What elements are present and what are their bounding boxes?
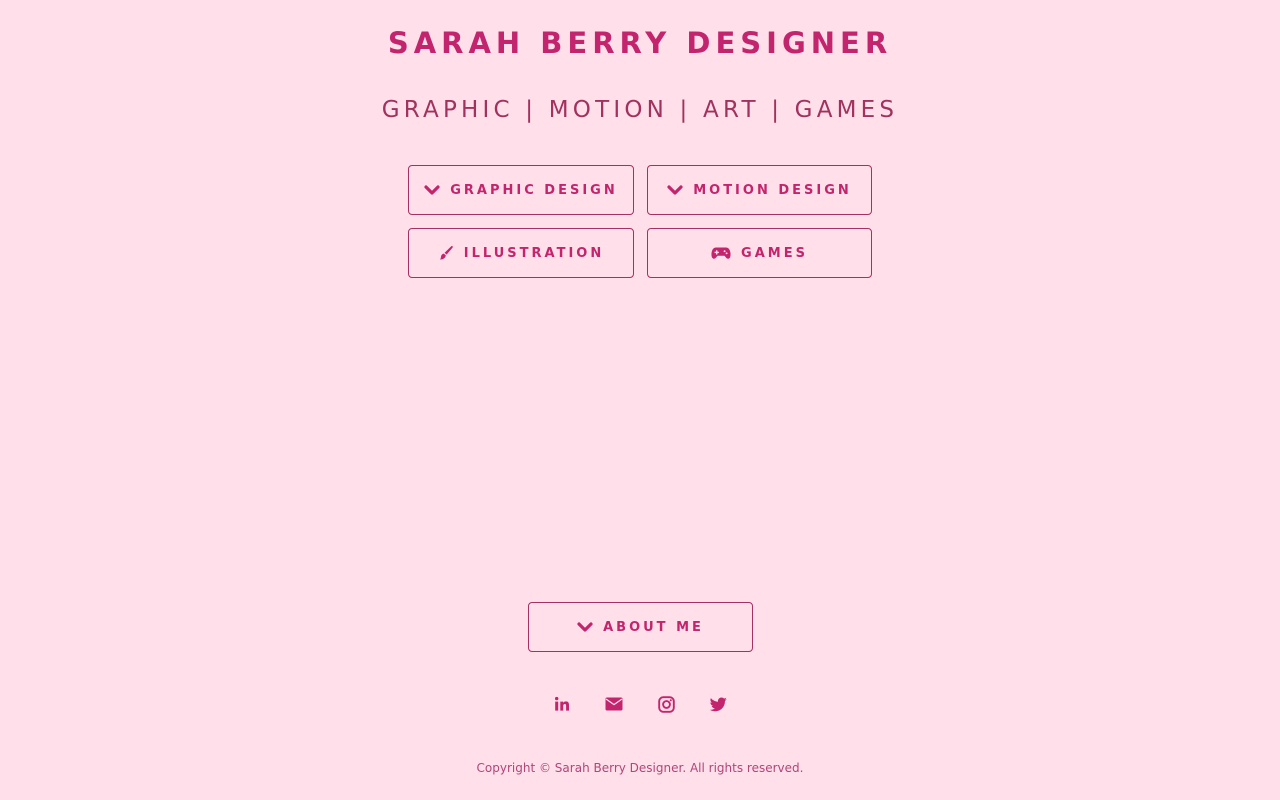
site-title: SARAH BERRY DESIGNER — [387, 26, 893, 60]
envelope-icon[interactable] — [604, 694, 624, 714]
paintbrush-icon — [438, 245, 454, 261]
graphic-design-label: GRAPHIC DESIGN — [450, 182, 618, 198]
chevron-down-icon — [667, 184, 683, 196]
social-links — [552, 694, 728, 714]
site-subtitle: GRAPHIC | MOTION | ART | GAMES — [381, 97, 899, 123]
about-me-label: ABOUT ME — [603, 619, 704, 635]
chevron-down-icon — [577, 621, 593, 633]
about-me-button[interactable]: ABOUT ME — [528, 602, 753, 652]
motion-design-button[interactable]: MOTION DESIGN — [647, 165, 872, 215]
linkedin-icon[interactable] — [552, 694, 572, 714]
copyright-text: Copyright © Sarah Berry Designer. All ri… — [476, 761, 804, 775]
chevron-down-icon — [424, 184, 440, 196]
motion-design-label: MOTION DESIGN — [693, 182, 852, 198]
illustration-button[interactable]: ILLUSTRATION — [408, 228, 634, 278]
games-label: GAMES — [741, 245, 808, 261]
illustration-label: ILLUSTRATION — [463, 245, 605, 261]
games-button[interactable]: GAMES — [647, 228, 872, 278]
graphic-design-button[interactable]: GRAPHIC DESIGN — [408, 165, 634, 215]
instagram-icon[interactable] — [656, 694, 676, 714]
twitter-icon[interactable] — [708, 694, 728, 714]
gamepad-icon — [711, 246, 731, 260]
